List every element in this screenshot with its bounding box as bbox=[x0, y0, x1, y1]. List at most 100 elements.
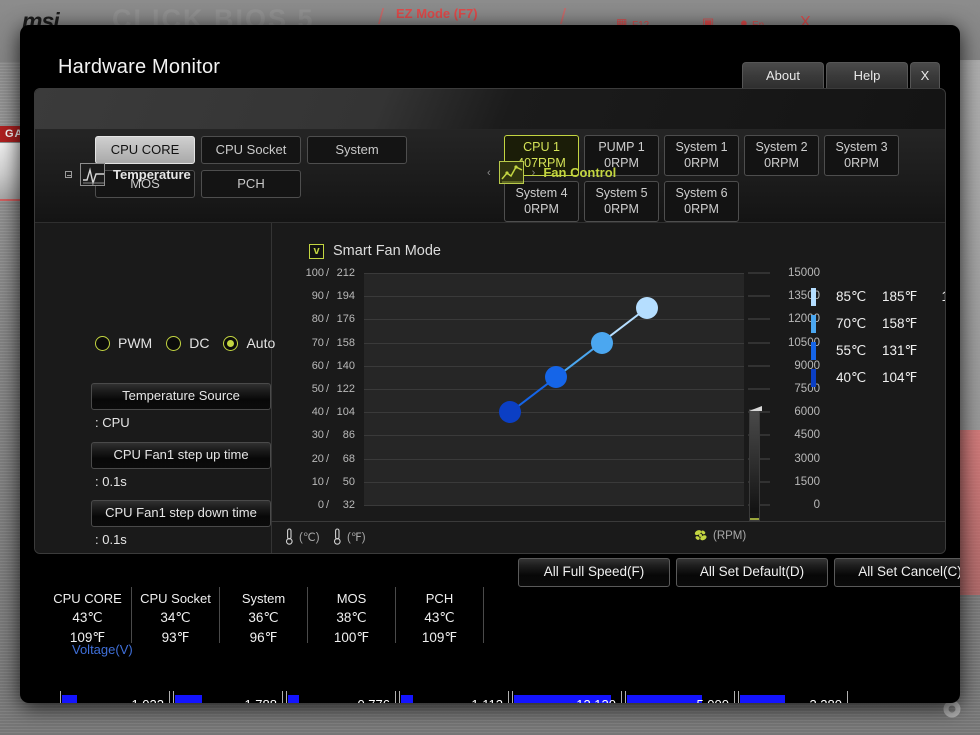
rpm-slider[interactable] bbox=[749, 409, 760, 521]
y-axis-tick-mark bbox=[748, 273, 770, 274]
ez-mode-button[interactable]: EZ Mode (F7) bbox=[396, 6, 478, 21]
fan-system-5[interactable]: System 50RPM bbox=[584, 181, 659, 222]
celsius-toggle[interactable]: (℃) bbox=[285, 528, 320, 545]
about-button[interactable]: About bbox=[742, 62, 824, 89]
tick-fahrenheit: 68 bbox=[331, 453, 355, 465]
y-axis-tick-left: 70/158 bbox=[298, 337, 355, 349]
next-arrow-icon[interactable]: › bbox=[532, 167, 536, 179]
temp-sensor-cpu-core[interactable]: CPU CORE bbox=[95, 136, 195, 164]
setting-value: : 0.1s bbox=[91, 474, 271, 489]
tick-celsius: 90 bbox=[298, 290, 324, 302]
legend-temp-c: 40℃ bbox=[836, 370, 882, 386]
dialog-window-buttons: About Help X bbox=[742, 62, 940, 89]
y-axis-tick-right: 6000 bbox=[778, 406, 820, 418]
tick-celsius: 80 bbox=[298, 313, 324, 325]
fan-curve-legend: 85℃185℉100%70℃158℉63%55℃131℉38%40℃104℉13… bbox=[811, 283, 946, 391]
y-axis-tick-right: 0 bbox=[778, 499, 820, 511]
fan-system-4[interactable]: System 40RPM bbox=[504, 181, 579, 222]
tick-fahrenheit: 194 bbox=[331, 290, 355, 302]
tick-celsius: 70 bbox=[298, 337, 324, 349]
temp-sensor-pch[interactable]: PCH bbox=[201, 170, 301, 198]
curve-point-1[interactable] bbox=[499, 401, 521, 423]
y-axis-tick-mark bbox=[748, 389, 770, 390]
voltage-fill bbox=[62, 695, 77, 703]
smart-fan-mode-row[interactable]: v Smart Fan Mode bbox=[309, 243, 441, 259]
setting-label[interactable]: Temperature Source bbox=[91, 383, 271, 410]
legend-duty: 38% bbox=[934, 343, 946, 358]
fan-system-3[interactable]: System 30RPM bbox=[824, 135, 899, 176]
voltage-fill bbox=[288, 695, 299, 703]
rpm-slider-knob[interactable] bbox=[750, 513, 759, 520]
voltage-cpu-vdd2: 3.280CPU VDD2 bbox=[738, 691, 848, 703]
voltage-section-title: Voltage(V) bbox=[72, 642, 133, 657]
rpm-label: (RPM) bbox=[713, 530, 746, 542]
setting-step-up-time: CPU Fan1 step up time : 0.1s bbox=[91, 442, 271, 489]
expand-icon[interactable] bbox=[65, 171, 72, 178]
prev-arrow-icon[interactable]: ‹ bbox=[487, 167, 491, 179]
action-button-row: All Full Speed(F)All Set Default(D)All S… bbox=[518, 558, 960, 587]
setting-label[interactable]: CPU Fan1 step down time bbox=[91, 500, 271, 527]
fan-control-heading: Fan Control bbox=[543, 165, 616, 180]
thermometer-icon bbox=[333, 528, 342, 545]
voltage-fill bbox=[740, 695, 785, 703]
tick-fahrenheit: 86 bbox=[331, 429, 355, 441]
y-axis-tick-left: 100/212 bbox=[298, 267, 355, 279]
fan-rpm: 0RPM bbox=[665, 155, 738, 171]
help-button[interactable]: Help bbox=[826, 62, 908, 89]
radio-dc[interactable] bbox=[166, 336, 181, 351]
temp-sensor-cpu-socket[interactable]: CPU Socket bbox=[201, 136, 301, 164]
radio-label-dc: DC bbox=[189, 335, 209, 351]
radio-auto[interactable] bbox=[223, 336, 238, 351]
fan-curve-plot-area[interactable]: 100/2121500090/1941350080/1761200070/158… bbox=[364, 273, 744, 505]
waveform-icon bbox=[80, 163, 105, 186]
fan-system-6[interactable]: System 60RPM bbox=[664, 181, 739, 222]
fan-system-2[interactable]: System 20RPM bbox=[744, 135, 819, 176]
curve-point-2[interactable] bbox=[545, 366, 567, 388]
summary-name: CPU CORE bbox=[44, 589, 131, 608]
y-axis-tick-left: 90/194 bbox=[298, 290, 355, 302]
voltage-value: 5.000 bbox=[696, 695, 729, 703]
temp-sensor-system[interactable]: System bbox=[307, 136, 407, 164]
legend-temp-f: 131℉ bbox=[882, 343, 934, 359]
fan-rpm: 0RPM bbox=[745, 155, 818, 171]
tick-fahrenheit: 104 bbox=[331, 406, 355, 418]
legend-temp-c: 55℃ bbox=[836, 343, 882, 359]
close-button[interactable]: X bbox=[910, 62, 940, 89]
voltage-fill bbox=[401, 695, 413, 703]
board-body: PWMDCAuto Temperature Source : CPU CPU F… bbox=[35, 223, 945, 554]
legend-row: 40℃104℉13% bbox=[811, 364, 946, 391]
fahrenheit-toggle[interactable]: (℉) bbox=[333, 528, 366, 545]
temperature-heading: Temperature bbox=[113, 167, 191, 182]
summary-fahrenheit: 96℉ bbox=[220, 628, 307, 648]
legend-temp-c: 70℃ bbox=[836, 316, 882, 332]
y-axis-tick-right: 15000 bbox=[778, 267, 820, 279]
setting-label[interactable]: CPU Fan1 step up time bbox=[91, 442, 271, 469]
fan-system-1[interactable]: System 10RPM bbox=[664, 135, 739, 176]
curve-point-3[interactable] bbox=[591, 332, 613, 354]
fan-rpm: 0RPM bbox=[825, 155, 898, 171]
setting-value: : CPU bbox=[91, 415, 271, 430]
y-axis-tick-left: 10/50 bbox=[298, 476, 355, 488]
fan-mode-radio-group: PWMDCAuto bbox=[95, 335, 281, 351]
summary-celsius: 36℃ bbox=[220, 608, 307, 628]
smart-fan-label: Smart Fan Mode bbox=[333, 243, 441, 259]
tick-fahrenheit: 122 bbox=[331, 383, 355, 395]
radio-pwm[interactable] bbox=[95, 336, 110, 351]
voltage-bar-row: 1.022CPU Core1.788CPU AUX0.776CPU SA1.11… bbox=[60, 691, 850, 703]
action-all-full-speed-f[interactable]: All Full Speed(F) bbox=[518, 558, 670, 587]
smart-fan-checkbox[interactable]: v bbox=[309, 244, 324, 259]
temp-summary-cpu-core: CPU CORE43℃109℉ bbox=[44, 587, 132, 643]
temperature-summary-row: CPU CORE43℃109℉CPU Socket34℃93℉System36℃… bbox=[34, 587, 946, 643]
tick-fahrenheit: 140 bbox=[331, 360, 355, 372]
tick-fahrenheit: 50 bbox=[331, 476, 355, 488]
curve-point-4[interactable] bbox=[636, 297, 658, 319]
summary-fahrenheit: 109℉ bbox=[396, 628, 483, 648]
action-all-set-default-d[interactable]: All Set Default(D) bbox=[676, 558, 828, 587]
voltage-fill bbox=[175, 695, 202, 703]
voltage-value: 12.120 bbox=[576, 695, 616, 703]
fan-rpm: 0RPM bbox=[665, 201, 738, 217]
celsius-label: (℃) bbox=[299, 530, 320, 544]
action-all-set-cancel-c[interactable]: All Set Cancel(C) bbox=[834, 558, 960, 587]
summary-fahrenheit: 100℉ bbox=[308, 628, 395, 648]
tick-fahrenheit: 212 bbox=[331, 267, 355, 279]
